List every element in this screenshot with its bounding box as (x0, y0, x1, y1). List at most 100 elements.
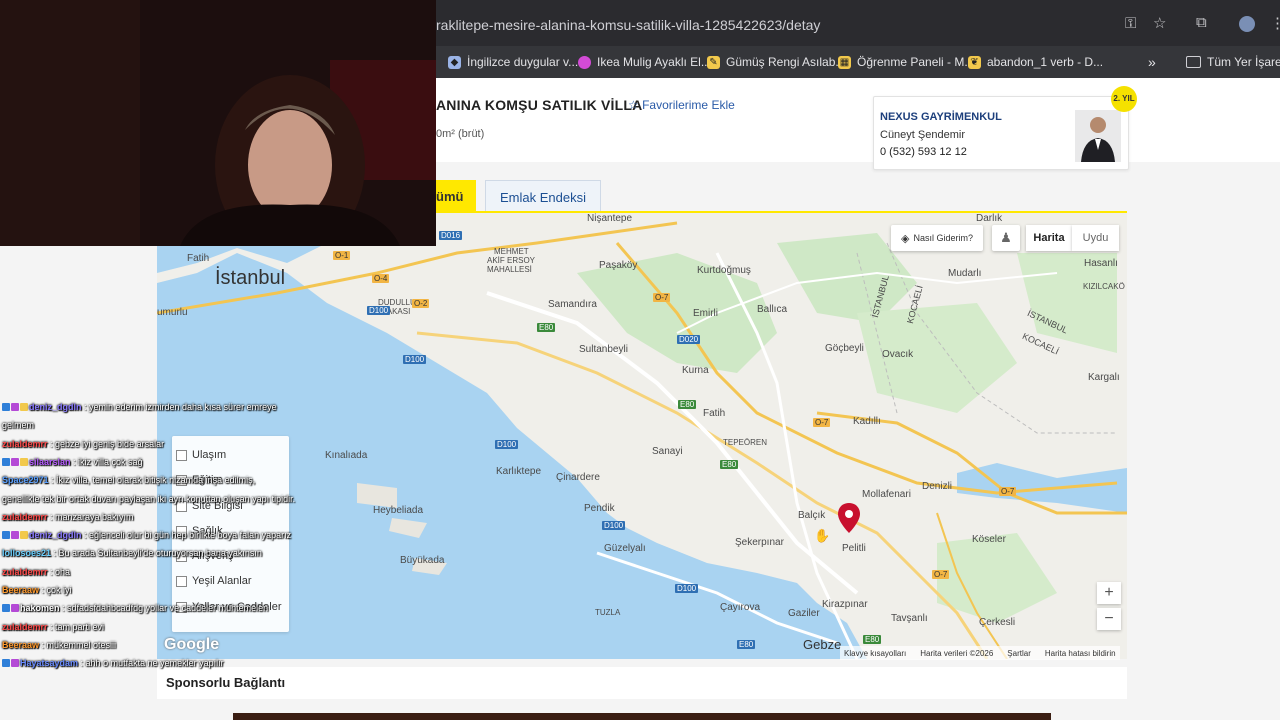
chat-text: : çok iyi (39, 585, 72, 595)
location-pin-icon[interactable] (838, 503, 860, 533)
profile-avatar[interactable] (1239, 16, 1255, 32)
street-view-icon[interactable]: ♟ (992, 225, 1020, 251)
google-logo: Google (164, 636, 220, 653)
star-icon[interactable]: ☆ (1153, 14, 1166, 32)
road-badge: O-2 (412, 299, 430, 308)
road-badge: E80 (737, 640, 756, 649)
chat-message: hakomen : sdfadsfdahbcadfdg yollar ve ca… (2, 602, 268, 614)
map-label: Çinardere (556, 472, 600, 483)
map-label: Köseler (972, 534, 1006, 545)
chat-message: zulaldemrr : manzaraya bakıyım (2, 511, 134, 523)
map-label: Ballıca (757, 304, 788, 315)
map-label-gebze: Gebze (803, 637, 842, 652)
chat-text: : ikiz villa çok sağ (70, 456, 143, 467)
map-label: Gaziler (788, 608, 820, 619)
bookmark-item[interactable]: ✎ Gümüş Rengi Asılab... (707, 52, 845, 72)
bookmark-item[interactable]: ◆ İngilizce duygular v... (448, 52, 578, 72)
road-badge: O-7 (653, 293, 671, 302)
chat-message: zulaldemrr : tam parti evi (2, 621, 104, 633)
map-label: Pendik (584, 503, 615, 514)
tab-emlak-endeksi[interactable]: Emlak Endeksi (485, 180, 601, 213)
add-favorite-button[interactable]: ☆ Favorilerime Ekle (628, 98, 735, 112)
chat-badge-icon (11, 457, 19, 466)
map-label: Samandıra (548, 299, 597, 310)
filter-ulasim[interactable]: Ulaşım (176, 449, 226, 461)
map-label: TEPEÖREN (723, 438, 768, 447)
map-type-satellite-button[interactable]: Uydu (1072, 225, 1119, 251)
webcam-overlay (0, 0, 436, 246)
chat-text: : mükemmel otesiii (39, 639, 117, 650)
listing-area: 0m² (brüt) (436, 128, 485, 140)
chat-badge-icon (11, 403, 19, 411)
road-badge: D016 (439, 231, 463, 240)
map-type-map-button[interactable]: Harita (1026, 225, 1072, 251)
chat-username[interactable]: Beeraaw (2, 640, 39, 650)
checkbox[interactable] (176, 449, 187, 461)
bookmark-item[interactable]: Ikea Mulig Ayaklı El... (578, 52, 711, 72)
map-label: Çayırova (720, 602, 761, 613)
url-field[interactable]: raklitepe-mesire-alanina-komsu-satilik-v… (436, 17, 820, 33)
chat-username[interactable]: lollosoes21 (2, 548, 51, 558)
bookmark-item[interactable]: ❦ abandon_1 verb - D... (968, 52, 1103, 72)
zoom-out-button[interactable]: − (1097, 608, 1121, 630)
listing-title: ANINA KOMŞU SATILIK VİLLA (436, 97, 643, 113)
chat-username[interactable]: Beeraaw (2, 585, 39, 595)
chat-username[interactable]: zulaldemrr (2, 567, 48, 577)
extensions-icon[interactable]: ⧉ (1196, 14, 1207, 31)
agent-photo (1075, 110, 1121, 162)
circle-icon (578, 55, 591, 69)
map-label-istanbul: İstanbul (215, 267, 286, 289)
map-label: Mollafenari (862, 489, 911, 500)
chat-username[interactable]: Space2971 (2, 475, 49, 485)
chat-message: Beeraaw : mükemmel otesiii (2, 639, 116, 651)
agent-company[interactable]: NEXUS GAYRİMENKUL (880, 111, 1002, 123)
zoom-in-button[interactable]: + (1097, 582, 1121, 604)
chat-username[interactable]: zulaldemrr (2, 622, 48, 632)
chat-message: lollosoes21 : Bu arada Sultanbeyli'de ot… (2, 547, 262, 559)
chat-text: : ahh o mutfakta ne yemekler yapılır (78, 658, 224, 669)
report-error-link[interactable]: Harita hatası bildirin (1045, 649, 1116, 658)
map-label: Karlıktepe (496, 466, 542, 477)
all-bookmarks-folder[interactable]: Tüm Yer İşaretleri (1186, 52, 1280, 72)
listing-header (436, 78, 1280, 162)
map-label: Ovacık (882, 349, 914, 360)
chat-username[interactable]: zulaldemrr (2, 512, 48, 522)
chat-message: Space2971 : İkiz villa, temel olarak bit… (2, 474, 255, 486)
map-label: Büyükada (400, 555, 445, 566)
directions-button[interactable]: ◈ Nasıl Giderim? (891, 225, 983, 251)
map-label: umurlu (157, 307, 188, 318)
tab-active[interactable]: ümü (436, 180, 476, 212)
terms-link[interactable]: Şartlar (1007, 649, 1031, 658)
chat-text: : tam parti evi (47, 621, 105, 632)
chat-badge-icon (2, 531, 10, 540)
map-label: Çerkesli (979, 617, 1016, 628)
more-bookmarks-button[interactable]: » (1148, 52, 1156, 72)
chat-username[interactable]: silaarslan (29, 457, 71, 467)
road-badge: O-7 (999, 487, 1017, 496)
chat-message: zulaldemrr : gebze iyi geniş bide arsala… (2, 438, 164, 450)
chat-username[interactable]: deniz_dgdln (29, 530, 82, 540)
tag-icon: ✎ (707, 55, 720, 69)
checkbox[interactable] (176, 575, 187, 587)
key-icon[interactable]: ⚿ (1125, 15, 1136, 32)
filter-yesil-alanlar[interactable]: Yeşil Alanlar (176, 575, 252, 587)
map-label: Fatih (703, 408, 726, 419)
map-label: Fatih (187, 253, 210, 264)
sponsor-section (157, 667, 1127, 699)
map-label: Heybeliada (373, 505, 424, 516)
chat-badge-icon (20, 403, 28, 411)
map-label: TUZLA (595, 608, 621, 617)
road-badge: E80 (537, 323, 556, 332)
map-label: Kurtdoğmuş (697, 265, 751, 276)
menu-icon[interactable]: ⋮ (1270, 14, 1280, 32)
chat-username[interactable]: hakomen (20, 603, 60, 613)
chat-username[interactable]: Hayatsaydam (20, 658, 78, 668)
map-label: Güzelyalı (604, 543, 646, 554)
bookmark-item[interactable]: ▦ Öğrenme Paneli - M... (838, 52, 974, 72)
chat-username[interactable]: deniz_dgdln (29, 402, 82, 412)
sponsor-banner[interactable] (233, 713, 1051, 720)
map-view[interactable]: İstanbul Fatih umurlu Nişantepe MEHMET A… (157, 213, 1127, 659)
chat-username[interactable]: zulaldemrr (2, 439, 48, 449)
keyboard-shortcuts-link[interactable]: Klavye kısayolları (844, 649, 906, 658)
map-label: Hasanlı (1084, 258, 1118, 269)
